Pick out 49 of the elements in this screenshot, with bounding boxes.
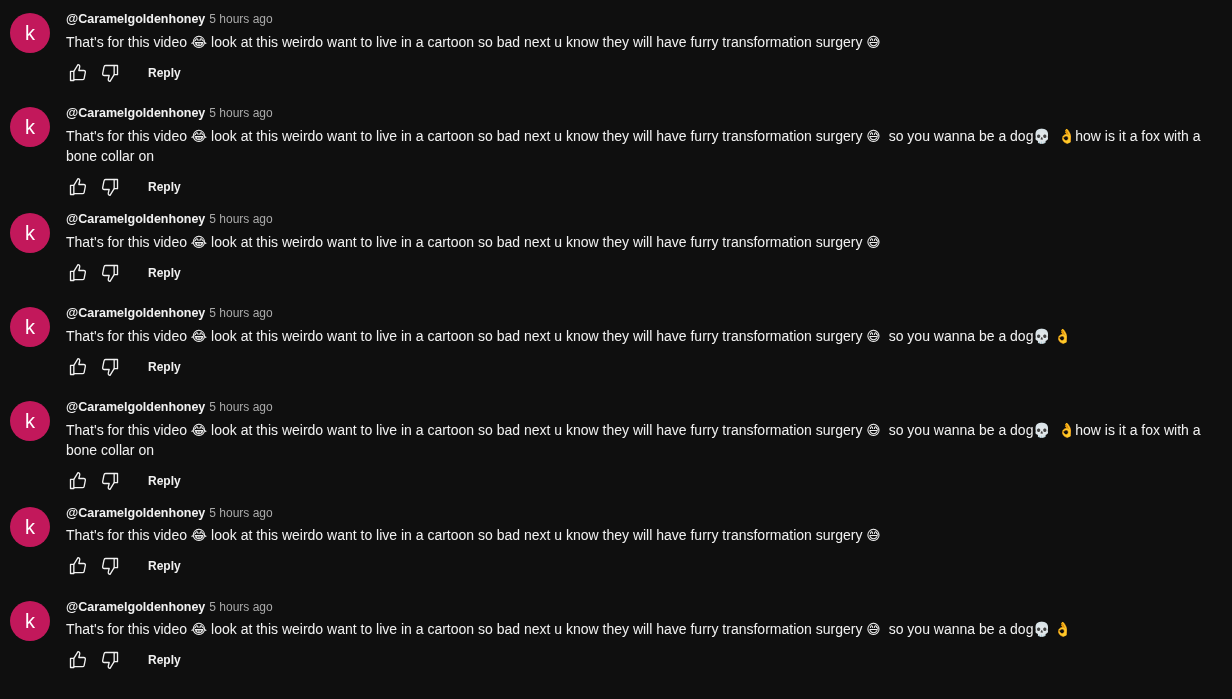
thumbs-up-icon [68,176,88,197]
avatar[interactable]: k [10,600,50,641]
thumbs-up-icon [68,62,88,83]
thumbs-up-icon [68,262,88,283]
comment-text: That's for this video 😂 look at this weirdo want to live in a cartoon so bad next u know they will have furry transformation surgery 😅 so you wanna be a dog💀 👌 [66,326,1073,346]
timestamp[interactable]: 5 hours ago [209,397,273,416]
comment-text: That's for this video 😂 look at this weirdo want to live in a cartoon so bad next u know they will have furry transformation surgery 😅 so you wanna be a dog💀 👌how is it a fox with a bone collar on [66,420,1202,460]
author-name[interactable]: @Caramelgoldenhoney [66,209,206,229]
thumbs-up-icon [68,650,88,671]
avatar[interactable]: k [10,13,50,53]
avatar[interactable]: k [10,400,50,441]
thumbs-up-icon [68,470,88,491]
thumbs-down-icon [100,356,120,377]
timestamp[interactable]: 5 hours ago [209,303,273,322]
thumbs-down-icon [100,176,120,197]
comment-text: That's for this video 😂 look at this weirdo want to live in a cartoon so bad next u know they will have furry transformation surgery 😅 [66,32,882,52]
reply-button[interactable]: Reply [138,353,191,380]
author-name[interactable]: @Caramelgoldenhoney [66,10,206,29]
thumbs-down-icon [100,62,120,83]
author-name[interactable]: @Caramelgoldenhoney [66,503,206,523]
reply-button[interactable]: Reply [138,553,191,580]
author-name[interactable]: @Caramelgoldenhoney [66,597,206,617]
comment-text: That's for this video 😂 look at this weirdo want to live in a cartoon so bad next u know they will have furry transformation surgery 😅 so you wanna be a dog💀 👌 [66,620,1073,640]
reply-button[interactable]: Reply [138,173,191,200]
avatar[interactable]: k [10,506,50,547]
reply-button[interactable]: Reply [138,59,191,86]
thumbs-down-icon [100,650,120,671]
comment-text: That's for this video 😂 look at this weirdo want to live in a cartoon so bad next u know they will have furry transformation surgery 😅 [66,232,882,252]
author-name[interactable]: @Caramelgoldenhoney [66,303,206,323]
avatar[interactable]: k [10,306,50,347]
thumbs-up-icon [68,356,88,377]
timestamp[interactable]: 5 hours ago [209,503,273,522]
thumbs-down-icon [100,556,120,577]
timestamp[interactable]: 5 hours ago [209,104,273,122]
thumbs-down-icon [100,470,120,491]
reply-button[interactable]: Reply [138,647,191,674]
timestamp[interactable]: 5 hours ago [209,209,273,228]
author-name[interactable]: @Caramelgoldenhoney [66,397,206,417]
reply-button[interactable]: Reply [138,467,191,494]
comment-text: That's for this video 😂 look at this weirdo want to live in a cartoon so bad next u know they will have furry transformation surgery 😅 [66,526,882,546]
comment-text: That's for this video 😂 look at this weirdo want to live in a cartoon so bad next u know they will have furry transformation surgery 😅 so you wanna be a dog💀 👌how is it a fox with a bone collar on [66,126,1202,166]
timestamp[interactable]: 5 hours ago [209,597,273,616]
thumbs-up-icon [68,556,88,577]
timestamp[interactable]: 5 hours ago [209,10,273,28]
thumbs-down-icon [100,262,120,283]
author-name[interactable]: @Caramelgoldenhoney [66,104,206,123]
avatar[interactable]: k [10,212,50,253]
reply-button[interactable]: Reply [138,259,191,286]
avatar[interactable]: k [10,107,50,147]
